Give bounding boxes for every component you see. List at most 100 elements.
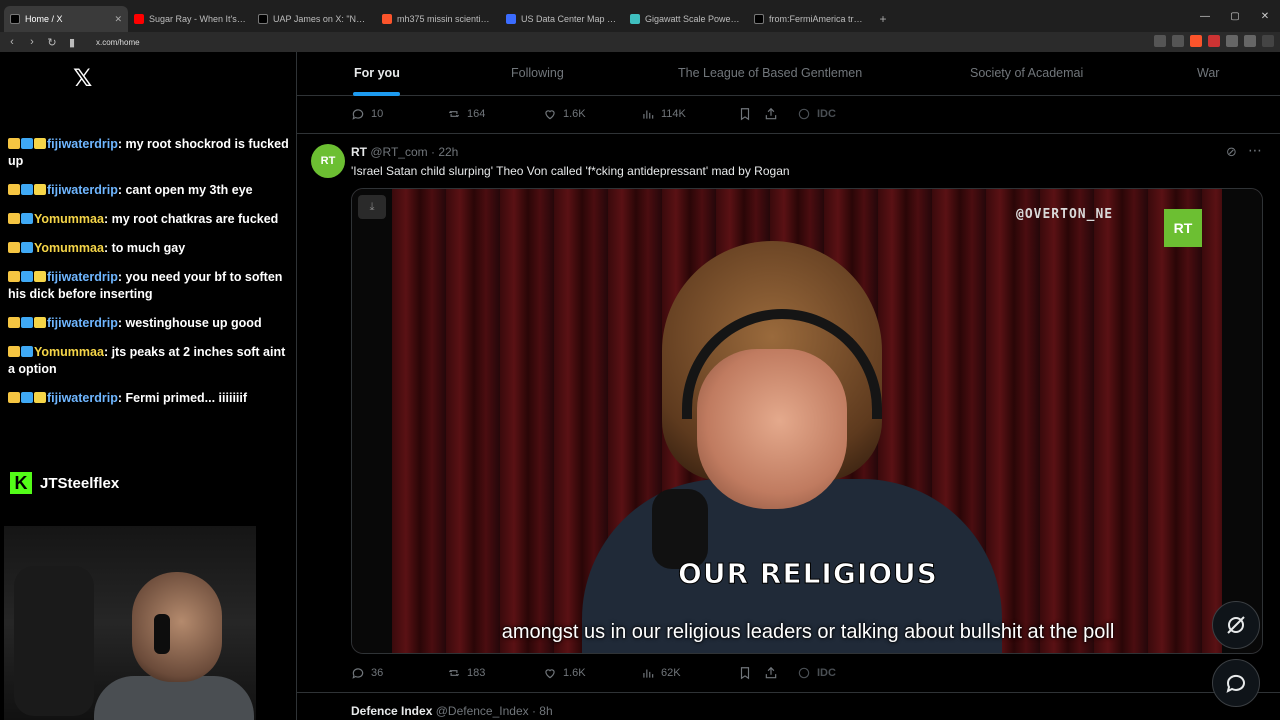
chat-message: fijiwaterdrip: Fermi primed... iiiiiiif <box>8 390 290 407</box>
extension-icon[interactable] <box>1172 35 1184 47</box>
chair <box>14 566 94 716</box>
browser-tab[interactable]: US Data Center Map - Project List & <box>500 6 624 32</box>
browser-tab[interactable]: UAP James on X: "NBC News: Gene <box>252 6 376 32</box>
chat-badge-icon <box>21 242 33 253</box>
bookmark-icon[interactable]: ▮ <box>64 36 80 49</box>
chat-username: fijiwaterdrip <box>47 183 118 197</box>
grok-fab-button[interactable] <box>1212 601 1260 649</box>
youtube-favicon-icon <box>134 14 144 24</box>
chat-text: : to much gay <box>103 241 186 255</box>
share-icon <box>765 666 777 679</box>
more-options-icon[interactable]: ⋯ <box>1248 142 1262 159</box>
views-icon <box>643 669 654 678</box>
prev-tweet-actions: 10 164 1.6K 114K IDC <box>351 104 1251 124</box>
like-button[interactable]: 1.6K <box>543 107 586 121</box>
browser-tab[interactable]: mh375 missin scientists - Brave Sear <box>376 6 500 32</box>
browser-tab[interactable]: Gigawatt Scale Power for Next-Gen <box>624 6 748 32</box>
x-favicon-icon <box>754 14 764 24</box>
views-button[interactable]: 114K <box>641 107 686 121</box>
x-feed: For you Following The League of Based Ge… <box>297 52 1280 720</box>
share-button[interactable] <box>764 107 784 121</box>
views-button[interactable]: 62K <box>641 666 681 680</box>
tab-label: from:FermiAmerica trump - Search / <box>769 14 866 24</box>
close-window-icon[interactable]: ✕ <box>1250 0 1280 32</box>
address-bar: ‹ › ↻ ▮ x.com/home <box>0 32 1280 52</box>
author-name[interactable]: RT <box>351 145 367 159</box>
like-button[interactable]: 1.6K <box>543 666 586 680</box>
extension-icon[interactable] <box>1226 35 1238 47</box>
extension-icon[interactable] <box>1208 35 1220 47</box>
chat-username: fijiwaterdrip <box>47 316 118 330</box>
kick-logo-icon: K <box>10 472 32 494</box>
idc-button[interactable]: IDC <box>797 107 836 121</box>
streamer-tag: K JTSteelflex <box>10 472 119 494</box>
reply-icon <box>352 668 364 679</box>
idc-label: IDC <box>817 667 836 679</box>
reply-icon <box>352 109 364 120</box>
browser-tab[interactable]: Home / X ✕ <box>4 6 128 32</box>
browser-tab[interactable]: from:FermiAmerica trump - Search / <box>748 6 872 32</box>
tab-label: Sugar Ray - When It's Over (Official <box>149 14 246 24</box>
download-icon[interactable]: ⤓ <box>358 195 386 219</box>
bookmark-icon <box>740 667 750 680</box>
grok-icon[interactable]: ⊘ <box>1226 144 1237 160</box>
idc-icon <box>798 667 810 679</box>
author-handle[interactable]: @Defence_Index · 8h <box>436 704 553 718</box>
watermark: @OVERTON_NE <box>1016 207 1114 222</box>
repost-button[interactable]: 164 <box>447 107 485 121</box>
chat-badge-icon <box>21 138 33 149</box>
chat-username: fijiwaterdrip <box>47 270 118 284</box>
tab-following[interactable]: Following <box>511 66 564 80</box>
power-favicon-icon <box>630 14 640 24</box>
idc-button[interactable]: IDC <box>797 666 836 680</box>
maximize-icon[interactable]: ▢ <box>1220 0 1250 32</box>
back-icon[interactable]: ‹ <box>4 36 20 48</box>
new-tab-button[interactable]: + <box>872 6 894 32</box>
chat-badge-icon <box>21 392 33 403</box>
browser-tab[interactable]: Sugar Ray - When It's Over (Official <box>128 6 252 32</box>
chat-badge-icon <box>34 271 46 282</box>
chat-badge-icon <box>8 392 20 403</box>
menu-icon[interactable] <box>1262 35 1274 47</box>
tweet-video[interactable]: ⤓ @OVERTON_NE RT OUR RELIGIOUS amongst u… <box>351 188 1263 654</box>
minimize-icon[interactable]: — <box>1190 0 1220 32</box>
chat-text: : Fermi primed... iiiiiiif <box>117 391 248 405</box>
chat-badge-icon <box>8 242 20 253</box>
bookmark-button[interactable] <box>738 107 758 121</box>
messages-fab-button[interactable] <box>1212 659 1260 707</box>
chat-username: Yomummaa <box>34 212 104 226</box>
chat-badge-icon <box>34 317 46 328</box>
brave-shield-icon[interactable] <box>1190 35 1202 47</box>
tweet-divider <box>297 133 1280 134</box>
tab-society[interactable]: Society of Academai <box>970 66 1083 80</box>
chat-badge-icon <box>8 346 20 357</box>
tab-war[interactable]: War <box>1197 66 1219 80</box>
reload-icon[interactable]: ↻ <box>44 36 60 49</box>
brave-favicon-icon <box>382 14 392 24</box>
share-button[interactable] <box>764 666 784 680</box>
x-logo-icon[interactable]: 𝕏 <box>73 64 92 93</box>
reply-button[interactable]: 36 <box>351 666 383 680</box>
forward-icon[interactable]: › <box>24 36 40 48</box>
streamer-name: JTSteelflex <box>40 474 120 492</box>
url-field[interactable]: x.com/home <box>96 38 140 47</box>
extension-icon[interactable] <box>1154 35 1166 47</box>
repost-button[interactable]: 183 <box>447 666 485 680</box>
chat-username: fijiwaterdrip <box>47 391 118 405</box>
avatar[interactable]: RT <box>311 144 345 178</box>
bookmark-button[interactable] <box>738 666 758 680</box>
tab-league[interactable]: The League of Based Gentlemen <box>678 66 862 80</box>
tab-for-you[interactable]: For you <box>354 66 400 80</box>
chat-username: Yomummaa <box>34 241 104 255</box>
author-name[interactable]: Defence Index <box>351 704 432 718</box>
tweet-header: RT @RT_com · 22h <box>351 145 458 159</box>
chat-badge-icon <box>34 138 46 149</box>
author-handle[interactable]: @RT_com · 22h <box>370 145 458 159</box>
extension-icon[interactable] <box>1244 35 1256 47</box>
close-icon[interactable]: ✕ <box>114 14 122 25</box>
chat-username: Yomummaa <box>34 345 104 359</box>
chat-badge-icon <box>21 184 33 195</box>
reply-button[interactable]: 10 <box>351 107 383 121</box>
heart-icon <box>545 110 555 120</box>
repost-icon <box>448 669 460 677</box>
